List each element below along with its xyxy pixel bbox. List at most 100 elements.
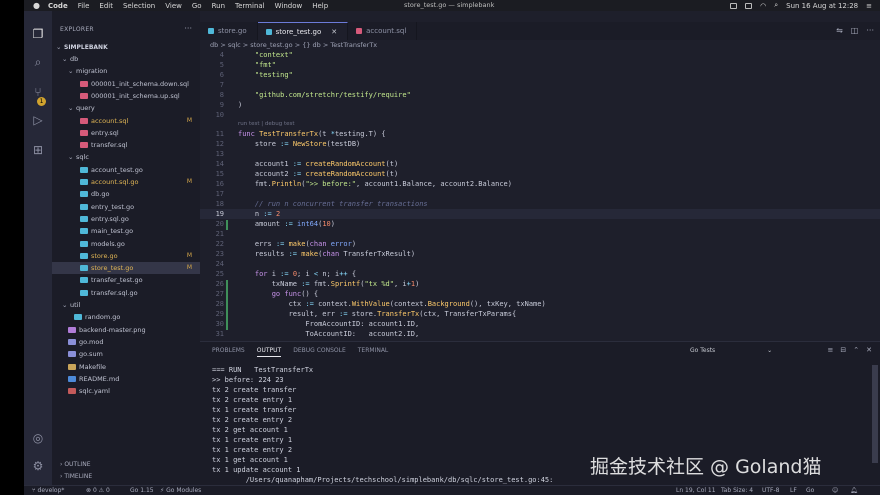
code-line[interactable]: 23 results := make(chan TransferTxResult… <box>200 249 880 259</box>
open-changes-icon[interactable]: ⇋ <box>836 26 843 35</box>
code-line[interactable]: 15 account2 := createRandomAccount(t) <box>200 169 880 179</box>
lock-scroll-icon[interactable]: ⊟ <box>840 346 846 354</box>
menu-window[interactable]: Window <box>275 2 303 10</box>
tree-item[interactable]: account.sql.go M <box>52 176 200 188</box>
tree-item[interactable]: go.mod <box>52 336 200 348</box>
more-actions-icon[interactable]: ··· <box>184 24 192 33</box>
notifications-icon[interactable]: 🔔︎ <box>850 487 858 494</box>
code-line[interactable]: 24 <box>200 259 880 269</box>
clock[interactable]: Sun 16 Aug at 12:28 <box>786 2 858 10</box>
tab-store-test-go[interactable]: store_test.go ✕ <box>257 22 349 40</box>
tree-item[interactable]: ⌄ db <box>52 53 200 65</box>
panel-tab-output[interactable]: OUTPUT <box>256 347 282 357</box>
tree-item[interactable]: Makefile <box>52 361 200 373</box>
run-icon[interactable]: ▷ <box>31 113 45 127</box>
code-line[interactable]: 16 fmt.Println(">> before:", account1.Ba… <box>200 179 880 189</box>
more-icon[interactable]: ··· <box>866 26 874 35</box>
feedback-icon[interactable]: ☺ <box>832 487 838 494</box>
code-line[interactable]: 22 errs := make(chan error) <box>200 239 880 249</box>
screen-icon[interactable] <box>730 2 738 9</box>
timeline-section[interactable]: › TIMELINE <box>60 473 92 480</box>
tree-item[interactable]: transfer.sql <box>52 139 200 151</box>
language-mode[interactable]: Go <box>806 487 814 494</box>
code-line[interactable]: 11 func TestTransferTx(t *testing.T) { <box>200 129 880 139</box>
go-modules[interactable]: ⚡ Go Modules <box>160 487 201 494</box>
code-line[interactable]: 6 "testing" <box>200 70 880 80</box>
tree-item[interactable]: ⌄ query <box>52 102 200 114</box>
menu-edit[interactable]: Edit <box>99 2 113 10</box>
code-line[interactable]: 17 <box>200 189 880 199</box>
battery-icon[interactable] <box>745 2 753 9</box>
output-channel-select[interactable]: Go Tests ⌄ <box>690 347 780 354</box>
outline-section[interactable]: › OUTLINE <box>60 461 90 468</box>
list-menubar-icon[interactable]: ≡ <box>866 2 872 10</box>
tab-account-sql[interactable]: account.sql <box>348 22 418 40</box>
go-version[interactable]: Go 1.15 <box>130 487 154 494</box>
tree-item[interactable]: store.go M <box>52 250 200 262</box>
account-icon[interactable]: ◎ <box>31 431 45 445</box>
code-line[interactable]: 19 n := 2 <box>200 209 880 219</box>
menu-selection[interactable]: Selection <box>123 2 155 10</box>
tree-item[interactable]: transfer_test.go <box>52 274 200 286</box>
menu-view[interactable]: View <box>165 2 182 10</box>
tree-item[interactable]: entry_test.go <box>52 201 200 213</box>
code-line[interactable]: 18 // run n concurrent transfer transact… <box>200 199 880 209</box>
problems-status[interactable]: ⊗ 0 ⚠ 0 <box>86 487 110 494</box>
tree-item[interactable]: ⌄ migration <box>52 65 200 77</box>
codelens[interactable]: run test | debug test <box>238 120 295 128</box>
extensions-icon[interactable]: ⊞ <box>31 143 45 157</box>
code-line[interactable]: 14 account1 := createRandomAccount(t) <box>200 159 880 169</box>
tree-item[interactable]: transfer.sql.go <box>52 287 200 299</box>
tab-store-go[interactable]: store.go <box>200 22 258 40</box>
code-line[interactable]: 20 amount := int64(10) <box>200 219 880 229</box>
panel-tab-terminal[interactable]: TERMINAL <box>358 347 389 357</box>
gear-icon[interactable]: ⚙ <box>31 459 45 473</box>
code-line[interactable]: 27 go func() { <box>200 289 880 299</box>
code-line[interactable]: 30 FromAccountID: account1.ID, <box>200 319 880 329</box>
tree-item[interactable]: README.md <box>52 373 200 385</box>
search-icon[interactable]: ⌕ <box>31 55 45 69</box>
tree-item[interactable]: store_test.go M <box>52 262 200 275</box>
code-line[interactable]: 5 "fmt" <box>200 60 880 70</box>
code-line[interactable]: 13 <box>200 149 880 159</box>
tree-item[interactable]: account.sql M <box>52 115 200 127</box>
tree-item[interactable]: entry.sql.go <box>52 213 200 225</box>
code-line[interactable]: 31 ToAccountID: account2.ID, <box>200 329 880 339</box>
menu-go[interactable]: Go <box>192 2 202 10</box>
code-line[interactable]: 29 result, err := store.TransferTx(ctx, … <box>200 309 880 319</box>
tree-root[interactable]: ⌄ SIMPLEBANK <box>52 41 200 53</box>
search-menubar-icon[interactable]: ⌕ <box>774 1 778 10</box>
output-scrollbar[interactable] <box>872 365 878 463</box>
code-line[interactable]: 10 <box>200 110 880 120</box>
code-line[interactable]: 7 <box>200 80 880 90</box>
code-line[interactable]: 21 <box>200 229 880 239</box>
encoding[interactable]: UTF-8 <box>762 487 780 494</box>
tree-item[interactable]: entry.sql <box>52 127 200 139</box>
output-log[interactable]: === RUN TestTransferTx >> before: 224 23 t… <box>212 365 553 485</box>
explorer-icon[interactable]: ❐ <box>31 27 45 41</box>
code-line[interactable]: 12 store := NewStore(testDB) <box>200 139 880 149</box>
split-editor-icon[interactable]: ◫ <box>851 26 859 35</box>
tree-item[interactable]: main_test.go <box>52 225 200 237</box>
menu-file[interactable]: File <box>78 2 90 10</box>
tree-item[interactable]: 000001_init_schema.down.sql <box>52 78 200 90</box>
eol[interactable]: LF <box>790 487 797 494</box>
tree-item[interactable]: account_test.go <box>52 164 200 176</box>
tree-item[interactable]: backend-master.png <box>52 324 200 336</box>
apple-icon[interactable]: ● <box>33 1 40 10</box>
code-line[interactable]: 28 ctx := context.WithValue(context.Back… <box>200 299 880 309</box>
tree-item[interactable]: 000001_init_schema.up.sql <box>52 90 200 102</box>
tree-item[interactable]: ⌄ util <box>52 299 200 311</box>
menu-run[interactable]: Run <box>212 2 225 10</box>
tree-item[interactable]: sqlc.yaml <box>52 385 200 397</box>
tree-item[interactable]: ⌄ sqlc <box>52 151 200 163</box>
maximize-panel-icon[interactable]: ⌃ <box>853 346 859 354</box>
code-line[interactable]: 8 "github.com/stretchr/testify/require" <box>200 90 880 100</box>
close-panel-icon[interactable]: ✕ <box>866 346 872 354</box>
tree-item[interactable]: db.go <box>52 188 200 200</box>
code-line[interactable]: 26 txName := fmt.Sprintf("tx %d", i+1) <box>200 279 880 289</box>
branch-status[interactable]: ⑂ develop* <box>32 487 64 494</box>
panel-tab-problems[interactable]: PROBLEMS <box>212 347 245 357</box>
tree-item[interactable]: random.go <box>52 311 200 323</box>
cursor-position[interactable]: Ln 19, Col 11 <box>676 487 716 494</box>
